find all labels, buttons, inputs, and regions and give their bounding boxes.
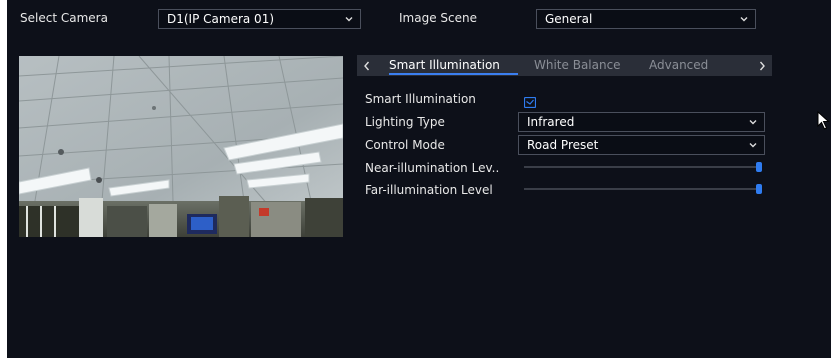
tab-advanced[interactable]: Advanced [649, 55, 708, 76]
control-mode-label: Control Mode [365, 138, 445, 152]
slider-fill [524, 166, 761, 168]
slider-thumb[interactable] [756, 184, 762, 194]
near-illumination-slider[interactable] [524, 162, 762, 172]
smart-illumination-label: Smart Illumination [365, 92, 476, 106]
control-mode-value: Road Preset [527, 138, 599, 152]
image-scene-label: Image Scene [399, 11, 477, 25]
far-illumination-level-label: Far-illumination Level [365, 183, 493, 197]
camera-select[interactable]: D1(IP Camera 01) [158, 9, 361, 29]
slider-thumb[interactable] [756, 162, 762, 172]
smart-illumination-checkbox[interactable] [523, 93, 537, 109]
image-scene-select[interactable]: General [536, 9, 756, 29]
active-tab-indicator [389, 73, 518, 75]
lighting-type-value: Infrared [527, 115, 575, 129]
chevron-down-icon [740, 15, 748, 23]
far-illumination-slider[interactable] [524, 184, 762, 194]
chevron-down-icon [749, 118, 757, 126]
mouse-pointer-icon [817, 110, 831, 135]
slider-fill [524, 188, 761, 190]
chevron-down-icon [345, 15, 353, 23]
chevron-left-icon[interactable] [357, 55, 377, 76]
image-settings-panel: Select Camera D1(IP Camera 01) Image Sce… [7, 0, 831, 358]
tab-white-balance[interactable]: White Balance [534, 55, 621, 76]
chevron-right-icon[interactable] [752, 55, 772, 76]
chevron-down-icon [749, 141, 757, 149]
camera-select-value: D1(IP Camera 01) [167, 12, 275, 26]
lighting-type-label: Lighting Type [365, 115, 445, 129]
control-mode-select[interactable]: Road Preset [518, 135, 765, 155]
near-illumination-level-label: Near-illumination Lev.. [365, 161, 500, 175]
settings-tab-bar: Smart Illumination White Balance Advance… [357, 55, 772, 76]
lighting-type-select[interactable]: Infrared [518, 112, 765, 132]
camera-live-preview[interactable] [19, 56, 343, 237]
select-camera-label: Select Camera [20, 11, 108, 25]
image-scene-select-value: General [545, 12, 593, 26]
